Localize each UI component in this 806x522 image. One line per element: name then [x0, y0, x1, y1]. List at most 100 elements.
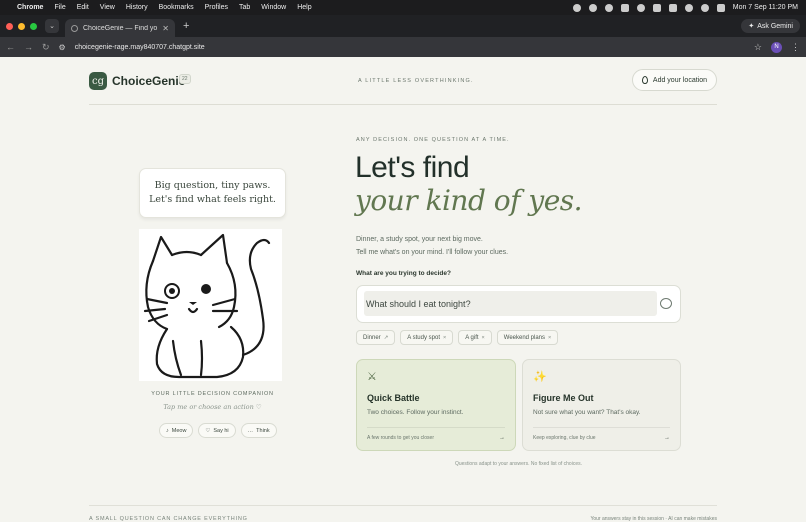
battery-icon[interactable] [668, 3, 677, 12]
arrow-up-right-icon: ↗ [383, 334, 389, 341]
chip-study-spot[interactable]: A study spot × [400, 330, 454, 345]
wifi-icon[interactable] [684, 3, 693, 12]
brand-name[interactable]: ChoiceGenie [112, 74, 185, 88]
reload-icon[interactable]: ↻ [42, 42, 50, 53]
forward-arrow-icon[interactable]: → [24, 42, 33, 52]
status-icon-4[interactable] [620, 3, 629, 12]
menu-view[interactable]: View [100, 4, 115, 11]
say-hi-label: Say hi [213, 427, 229, 434]
meow-label: Meow [171, 427, 187, 434]
heart-icon: ♡ [205, 427, 211, 434]
say-hi-button[interactable]: ♡ Say hi [198, 423, 236, 438]
chip-gift[interactable]: A gift × [458, 330, 492, 345]
tab-favicon-icon [71, 24, 78, 32]
search-icon[interactable] [700, 3, 709, 12]
control-center-icon[interactable] [716, 3, 725, 12]
crossed-swords-icon: ⚔ [367, 371, 377, 383]
clock[interactable]: Mon 7 Sep 11:20 PM [733, 4, 798, 11]
menu-help[interactable]: Help [297, 4, 311, 11]
menu-profiles[interactable]: Profiles [205, 4, 228, 11]
ask-gemini-label: Ask Gemini [757, 22, 793, 30]
status-icon-1[interactable] [572, 3, 581, 12]
menu-tab[interactable]: Tab [239, 4, 250, 11]
profile-avatar[interactable]: N [771, 41, 782, 53]
remove-icon[interactable]: × [482, 335, 485, 341]
address-bar: ← → ↻ ⚙ choicegenie-rage.may840707.chatg… [0, 37, 806, 57]
close-window-icon[interactable] [6, 22, 13, 30]
quick-battle-title: Quick Battle [367, 393, 420, 403]
hero-eyebrow: ANY DECISION. ONE QUESTION AT A TIME. [356, 137, 510, 143]
bubble-line-2: Let's find what feels right. [149, 194, 276, 205]
chip-dinner[interactable]: Dinner ↗ [356, 330, 396, 345]
minimize-window-icon[interactable] [18, 22, 25, 30]
bookmark-star-icon[interactable]: ☆ [754, 42, 762, 53]
tab-search-chevron-icon[interactable]: ⌄ [45, 19, 59, 33]
location-pin-icon [641, 76, 648, 84]
status-icon-2[interactable] [588, 3, 597, 12]
moon-icon[interactable] [636, 3, 645, 12]
hero-heading-line-1: Let's find [355, 151, 470, 184]
add-location-button[interactable]: Add your location [631, 69, 717, 91]
macos-menubar: Chrome File Edit View History Bookmarks … [0, 0, 806, 15]
sparkles-icon: ✨ [533, 371, 547, 383]
sparkle-icon: ✦ [748, 23, 755, 30]
figure-me-out-footer: Keep exploring, clue by clue → [533, 427, 670, 441]
menu-file[interactable]: File [54, 4, 65, 11]
tab-close-icon[interactable]: ✕ [162, 24, 169, 33]
figure-me-out-foot-text: Keep exploring, clue by clue [533, 435, 596, 441]
window-controls [6, 22, 37, 30]
menu-bookmarks[interactable]: Bookmarks [159, 4, 194, 11]
speech-bubble: Big question, tiny paws. Let's find what… [139, 168, 286, 218]
url-field[interactable]: choicegenie-rage.may840707.chatgpt.site [75, 44, 745, 51]
status-icon-3[interactable] [604, 3, 613, 12]
status-area: Mon 7 Sep 11:20 PM [572, 3, 798, 12]
cat-companion-illustration[interactable] [139, 229, 282, 381]
page: cg ChoiceGenie 22 A LITTLE LESS OVERTHIN… [0, 57, 806, 522]
companion-hint: Tap me or choose an action ♡ [163, 403, 262, 411]
new-tab-plus-icon[interactable]: + [183, 20, 189, 32]
chip-dinner-label: Dinner [363, 334, 381, 341]
ask-gemini-button[interactable]: ✦ Ask Gemini [741, 19, 800, 33]
quick-battle-footer: A few rounds to get you closer → [367, 427, 505, 441]
quick-battle-foot-text: A few rounds to get you closer [367, 435, 434, 441]
chip-weekend-plans[interactable]: Weekend plans × [496, 330, 559, 345]
chat-bubble-icon[interactable] [660, 298, 672, 309]
chip-weekend-plans-label: Weekend plans [503, 334, 546, 341]
arrow-right-icon: → [499, 435, 505, 441]
suggestion-chips: Dinner ↗ A study spot × A gift × Weekend… [356, 330, 559, 345]
site-info-icon[interactable]: ⚙ [59, 43, 66, 52]
companion-actions: ♪ Meow ♡ Say hi … Think [159, 423, 277, 438]
remove-icon[interactable]: × [443, 335, 446, 341]
question-label: What are you trying to decide? [356, 270, 451, 277]
meow-button[interactable]: ♪ Meow [159, 423, 194, 438]
menu-history[interactable]: History [126, 4, 148, 11]
quick-battle-card[interactable]: ⚔ Quick Battle Two choices. Follow your … [356, 359, 516, 451]
tab-title: ChoiceGenie — Find your cl... [83, 24, 158, 32]
bubble-line-1: Big question, tiny paws. [154, 180, 271, 191]
adaptive-note: Questions adapt to your answers. No fixe… [454, 461, 582, 467]
tagline: A LITTLE LESS OVERTHINKING. [358, 78, 474, 84]
zoom-window-icon[interactable] [30, 22, 37, 30]
question-input[interactable] [364, 291, 657, 316]
figure-me-out-desc: Not sure what you want? That's okay. [533, 409, 641, 416]
active-tab[interactable]: ChoiceGenie — Find your cl... ✕ [65, 19, 175, 37]
question-box [356, 285, 681, 323]
menu-edit[interactable]: Edit [77, 4, 89, 11]
music-note-icon: ♪ [166, 427, 169, 434]
hero-subtitle-line-2: Tell me what's on your mind. I'll follow… [356, 249, 509, 256]
arrow-right-icon: → [664, 435, 670, 441]
remove-icon[interactable]: × [548, 335, 551, 341]
menu-window[interactable]: Window [261, 4, 286, 11]
add-location-label: Add your location [652, 76, 707, 84]
hero-subtitle-line-1: Dinner, a study spot, your next big move… [356, 236, 483, 243]
figure-me-out-title: Figure Me Out [533, 393, 594, 403]
browser-menu-icon[interactable]: ⋮ [791, 42, 800, 53]
back-arrow-icon[interactable]: ← [6, 42, 15, 52]
companion-label: YOUR LITTLE DECISION COMPANION [151, 391, 274, 397]
figure-me-out-card[interactable]: ✨ Figure Me Out Not sure what you want? … [522, 359, 681, 451]
think-label: Think [256, 427, 270, 434]
logo-mark[interactable]: cg [89, 72, 107, 90]
keyboard-input-icon[interactable] [652, 3, 661, 12]
menu-app-chrome[interactable]: Chrome [17, 4, 43, 11]
think-button[interactable]: … Think [240, 423, 277, 438]
